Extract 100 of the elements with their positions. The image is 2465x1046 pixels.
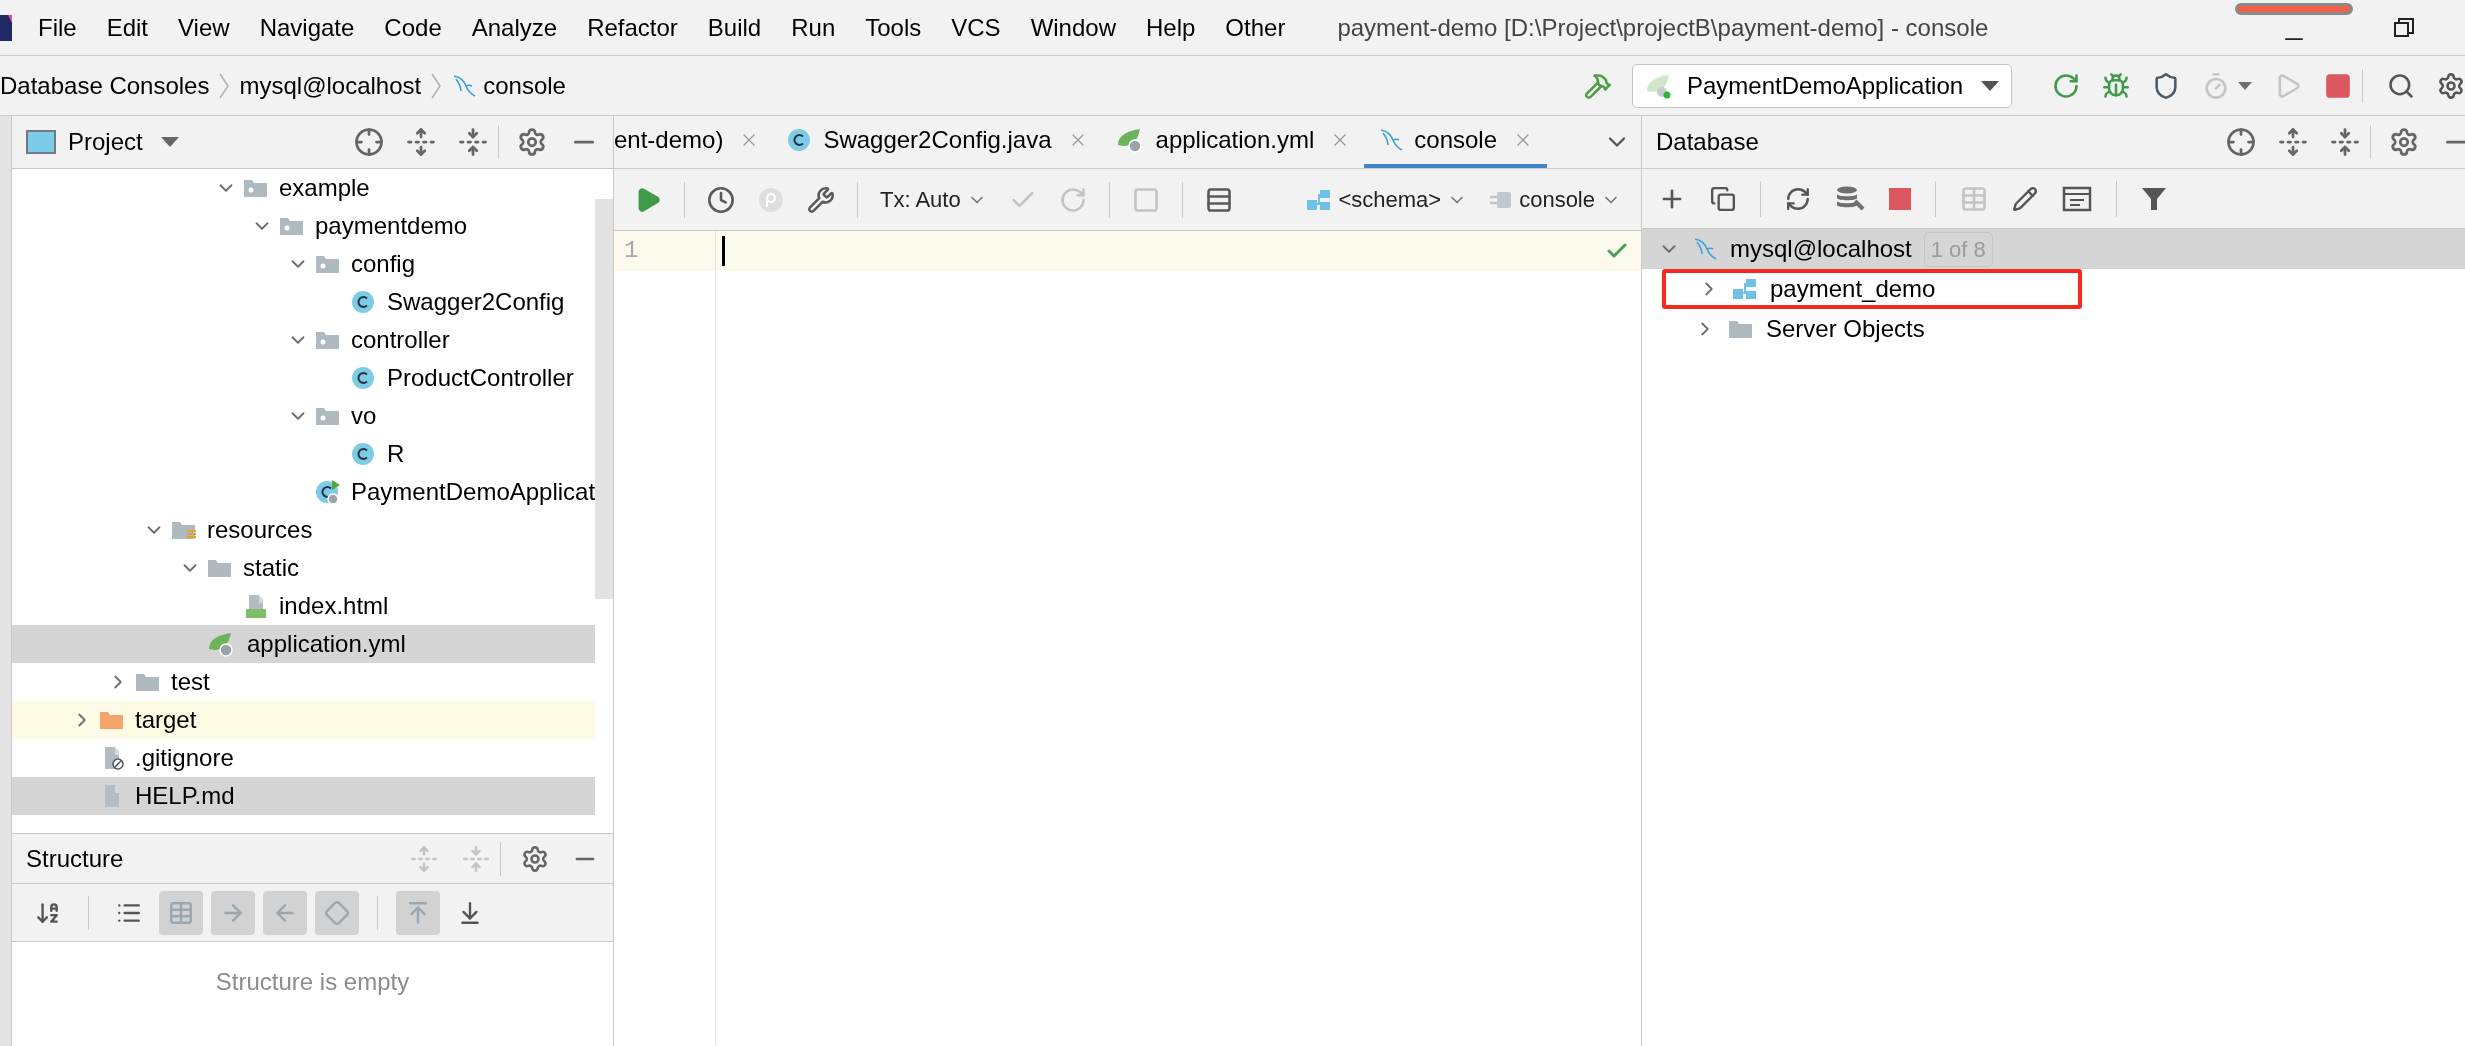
- package-folder-icon: [243, 177, 269, 199]
- menu-item[interactable]: Help: [1146, 9, 1196, 46]
- stop-icon[interactable]: [2324, 71, 2352, 100]
- expand-all-icon[interactable]: [2278, 127, 2308, 157]
- dolphin-icon: [1692, 236, 1718, 262]
- menu-item[interactable]: Refactor: [587, 9, 678, 46]
- session-dropdown[interactable]: console: [1489, 183, 1621, 216]
- tree-item[interactable]: mysql@localhost 1 of 8: [1642, 229, 2465, 269]
- tree-item[interactable]: paymentdemo: [12, 207, 596, 245]
- settings-icon[interactable]: [2389, 127, 2419, 157]
- editor-tab[interactable]: ent-demo): [614, 116, 774, 168]
- toolbar-toggle[interactable]: [159, 890, 203, 935]
- settings-icon[interactable]: [2437, 71, 2465, 100]
- menu-item[interactable]: VCS: [951, 9, 1001, 46]
- menu-item[interactable]: View: [178, 9, 230, 46]
- tree-item[interactable]: test: [12, 663, 596, 701]
- tree-item[interactable]: Swagger2Config: [12, 283, 596, 321]
- collapse-all-icon[interactable]: [458, 127, 488, 157]
- menu-item[interactable]: Analyze: [471, 9, 558, 46]
- package-folder-icon: [315, 405, 341, 427]
- crosshair-icon[interactable]: [354, 127, 384, 157]
- editor-tab[interactable]: Swagger2Config.java: [773, 116, 1102, 168]
- menu-item[interactable]: Code: [384, 9, 442, 46]
- separator-chevron-icon: [431, 72, 442, 99]
- tree-item[interactable]: example: [12, 169, 596, 207]
- class-icon: [351, 365, 377, 391]
- pencil-icon[interactable]: [2012, 185, 2038, 212]
- tree-item[interactable]: vo: [12, 397, 596, 435]
- tree-item[interactable]: ProductController: [12, 359, 596, 397]
- rerun-icon[interactable]: [2052, 71, 2080, 100]
- collapse-all-icon[interactable]: [2330, 127, 2360, 157]
- expand-all-icon[interactable]: [406, 127, 436, 157]
- tree-item[interactable]: application.yml: [12, 625, 596, 663]
- class-icon: [351, 441, 377, 467]
- folder-icon: [1728, 318, 1754, 340]
- bug-icon[interactable]: [2102, 71, 2130, 100]
- tree-item[interactable]: .gitignore: [12, 739, 596, 777]
- breadcrumb-item[interactable]: console: [483, 67, 566, 104]
- transaction-dropdown[interactable]: Tx: Auto: [880, 183, 987, 216]
- folder-icon: [207, 557, 233, 579]
- panel-title: Database: [1656, 127, 1759, 157]
- resources-folder-icon: [171, 519, 197, 541]
- window-title: payment-demo [D:\Project\projectB\payment-demo] - console: [1337, 12, 1989, 43]
- hammer-icon[interactable]: [1584, 71, 1612, 100]
- restore-icon[interactable]: [2393, 16, 2415, 39]
- menu-item[interactable]: File: [38, 9, 77, 46]
- query-console-icon[interactable]: [2062, 185, 2092, 212]
- toolbar-toggle[interactable]: [263, 890, 307, 935]
- scrollbar[interactable]: [595, 199, 613, 599]
- toolbar-toggle[interactable]: [315, 890, 359, 935]
- tree-item[interactable]: PaymentDemoApplicat: [12, 473, 596, 511]
- refresh-icon[interactable]: [1785, 185, 1811, 212]
- tree-item[interactable]: controller: [12, 321, 596, 359]
- tree-item[interactable]: payment_demo: [1662, 269, 2082, 309]
- tree-item[interactable]: config: [12, 245, 596, 283]
- settings-icon[interactable]: [517, 127, 547, 157]
- run-configuration-dropdown[interactable]: PaymentDemoApplication: [1632, 63, 2012, 108]
- menu-item[interactable]: Other: [1225, 9, 1286, 46]
- shield-icon[interactable]: [2152, 71, 2180, 100]
- search-icon[interactable]: [2387, 71, 2415, 100]
- copy-icon[interactable]: [1710, 185, 1736, 212]
- package-folder-icon: [279, 215, 305, 237]
- wrench-icon[interactable]: [807, 185, 835, 214]
- breadcrumb-item[interactable]: Database Consoles: [0, 67, 210, 104]
- table-icon: [168, 899, 194, 926]
- project-view-dropdown[interactable]: Project: [68, 124, 179, 160]
- text-caret: [722, 236, 725, 266]
- toolbar-toggle[interactable]: [396, 890, 440, 935]
- database-wrench-icon[interactable]: [1835, 184, 1865, 213]
- menu-item[interactable]: Tools: [865, 9, 922, 46]
- tree-item[interactable]: target: [12, 701, 596, 739]
- tree-item[interactable]: resources: [12, 511, 596, 549]
- breadcrumb-item[interactable]: mysql@localhost: [239, 67, 422, 104]
- clock-icon[interactable]: [707, 185, 735, 214]
- tree-item[interactable]: static: [12, 549, 596, 587]
- dropdown-triangle-icon: [160, 137, 179, 147]
- settings-icon[interactable]: [521, 844, 549, 873]
- menu-item[interactable]: Window: [1030, 9, 1116, 46]
- filter-icon[interactable]: [2141, 185, 2167, 212]
- tree-item[interactable]: index.html: [12, 587, 596, 625]
- class-icon: [351, 289, 377, 315]
- schema-dropdown[interactable]: <schema>: [1306, 183, 1468, 216]
- dropdown-triangle-icon: [1981, 80, 1999, 91]
- toolbar-toggle[interactable]: [211, 890, 255, 935]
- table-icon[interactable]: [1204, 185, 1233, 214]
- menu-item[interactable]: Build: [707, 9, 762, 46]
- dolphin-icon: [451, 72, 478, 99]
- menu-item[interactable]: Run: [791, 9, 836, 46]
- crosshair-icon[interactable]: [2226, 127, 2256, 157]
- menu-item[interactable]: Edit: [106, 9, 149, 46]
- stop-icon[interactable]: [1889, 187, 1911, 210]
- tree-item[interactable]: R: [12, 435, 596, 473]
- tree-item[interactable]: Server Objects: [1642, 309, 2465, 349]
- menu-item[interactable]: Navigate: [259, 9, 355, 46]
- editor-tab[interactable]: application.yml: [1101, 116, 1365, 168]
- folder-icon: [99, 709, 125, 731]
- plug-icon: [1489, 189, 1514, 210]
- dolphin-icon: [1378, 127, 1405, 153]
- tree-item[interactable]: HELP.md: [12, 777, 596, 815]
- schema-icon: [1306, 188, 1333, 211]
